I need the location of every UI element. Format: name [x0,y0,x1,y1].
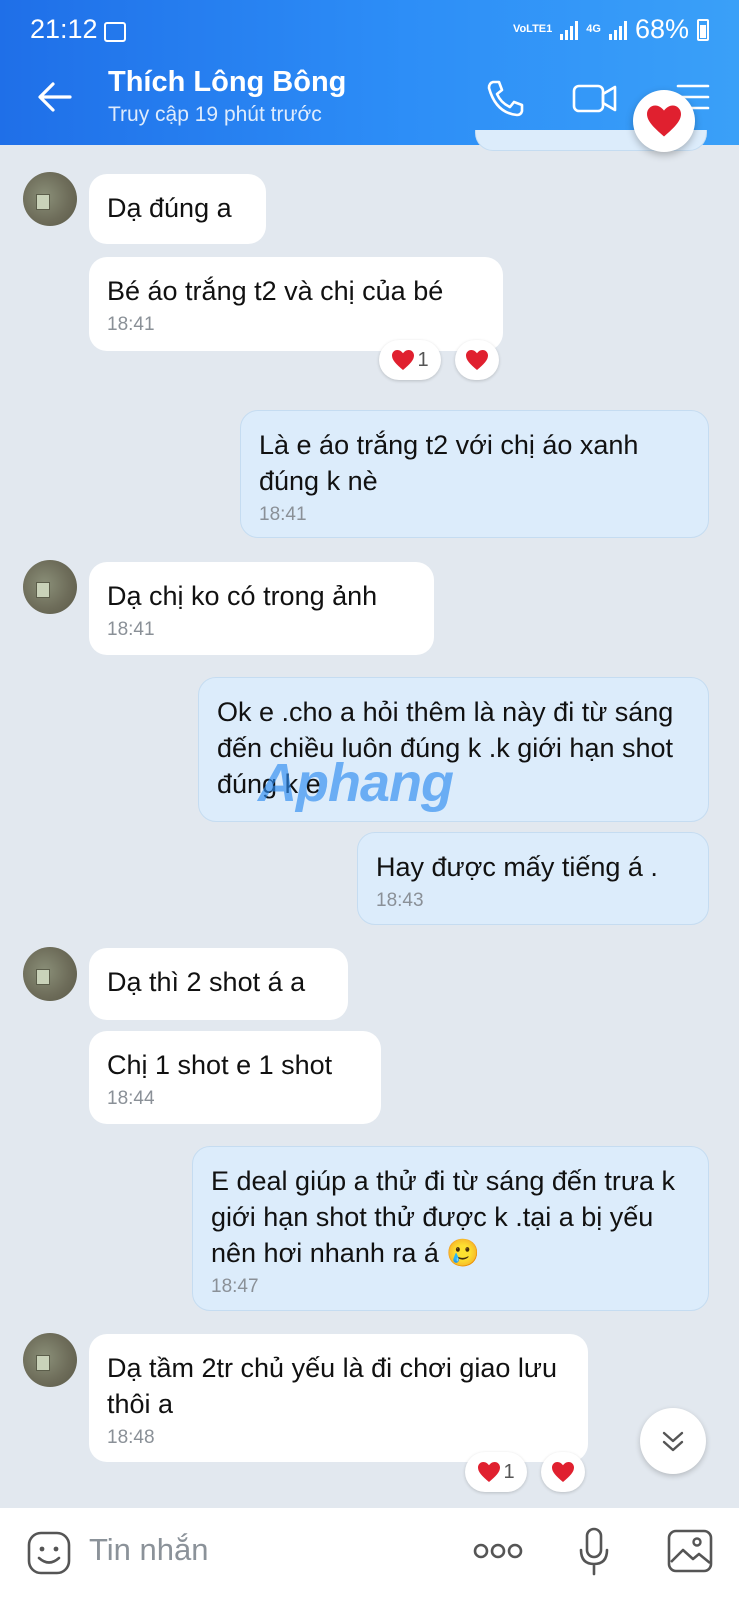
sticker-icon[interactable] [26,1530,72,1576]
signal-icon [560,20,579,40]
floating-heart-button[interactable] [633,90,695,152]
message-text: Dạ thì 2 shot á a [107,967,306,997]
contact-name[interactable]: Thích Lông Bông [108,66,346,99]
message-text: Dạ đúng a [107,193,232,223]
reaction-count: 1 [417,348,429,371]
message-time: 18:41 [107,619,155,640]
message-text: Là e áo trắng t2 với chị áo xanh đúng k … [259,430,639,496]
message-time: 18:48 [107,1427,155,1448]
scroll-to-bottom-button[interactable] [640,1408,706,1474]
heart-icon [647,105,681,137]
back-arrow-icon[interactable] [36,78,74,116]
message-time: 18:41 [107,314,155,335]
message-composer: Tin nhắn [0,1508,739,1600]
react-heart-button[interactable] [541,1452,585,1492]
message-bubble-incoming[interactable]: Dạ đúng a [89,174,266,244]
chat-header: 21:12 VoLTE1 4G 68% Thích Lông Bông Truy… [0,0,739,145]
chevron-double-down-icon [662,1431,684,1452]
battery-percent: 68% [634,14,689,44]
message-input[interactable]: Tin nhắn [89,1532,209,1568]
message-bubble-outgoing[interactable]: E deal giúp a thử đi từ sáng đến trưa k … [192,1146,709,1311]
watermark: Aphang [258,753,454,813]
reaction-count: 1 [503,1460,515,1483]
heart-icon [392,350,415,370]
avatar[interactable] [23,947,77,1001]
message-bubble-incoming[interactable]: Bé áo trắng t2 và chị của bé 18:41 [89,257,503,351]
message-text: E deal giúp a thử đi từ sáng đến trưa k … [211,1166,675,1268]
message-text: Chị 1 shot e 1 shot [107,1050,333,1080]
message-text: Dạ tầm 2tr chủ yếu là đi chơi giao lưu t… [107,1353,557,1419]
message-time: 18:44 [107,1088,155,1109]
microphone-icon[interactable] [577,1526,611,1578]
heart-icon [552,1462,574,1482]
network-4g-indicator: 4G [586,23,601,35]
heart-icon [478,1462,501,1482]
status-right: VoLTE1 4G 68% [513,14,709,45]
volte-indicator: VoLTE1 [512,23,553,35]
message-bubble-outgoing[interactable]: Hay được mấy tiếng á . 18:43 [357,832,709,925]
battery-icon [697,18,709,41]
status-time: 21:12 [30,14,98,44]
message-time: 18:47 [211,1276,259,1297]
avatar[interactable] [23,1333,77,1387]
message-text: Hay được mấy tiếng á . [376,852,658,882]
avatar[interactable] [23,172,77,226]
message-bubble-incoming[interactable]: Dạ thì 2 shot á a [89,948,348,1020]
avatar[interactable] [23,560,77,614]
status-bar: 21:12 VoLTE1 4G 68% [0,0,739,50]
react-heart-button[interactable] [455,340,499,380]
message-time: 18:43 [376,890,424,911]
reaction-count-badge[interactable]: 1 [379,340,441,380]
heart-icon [466,350,488,370]
video-call-icon[interactable] [572,78,618,118]
phone-call-icon[interactable] [484,78,526,118]
reaction-count-badge[interactable]: 1 [465,1452,527,1492]
more-options-icon[interactable] [472,1540,524,1562]
message-text: Bé áo trắng t2 và chị của bé [107,276,444,306]
gallery-notification-icon [104,22,126,42]
message-text: Dạ chị ko có trong ảnh [107,581,378,611]
message-bubble-incoming[interactable]: Dạ tầm 2tr chủ yếu là đi chơi giao lưu t… [89,1334,588,1462]
message-time: 18:41 [259,504,307,525]
message-bubble-incoming[interactable]: Dạ chị ko có trong ảnh 18:41 [89,562,434,655]
last-seen-status: Truy cập 19 phút trước [108,103,322,126]
message-bubble-outgoing[interactable]: Là e áo trắng t2 với chị áo xanh đúng k … [240,410,709,538]
signal-icon-2 [608,20,627,40]
image-gallery-icon[interactable] [666,1528,714,1574]
message-bubble-incoming[interactable]: Chị 1 shot e 1 shot 18:44 [89,1031,381,1124]
